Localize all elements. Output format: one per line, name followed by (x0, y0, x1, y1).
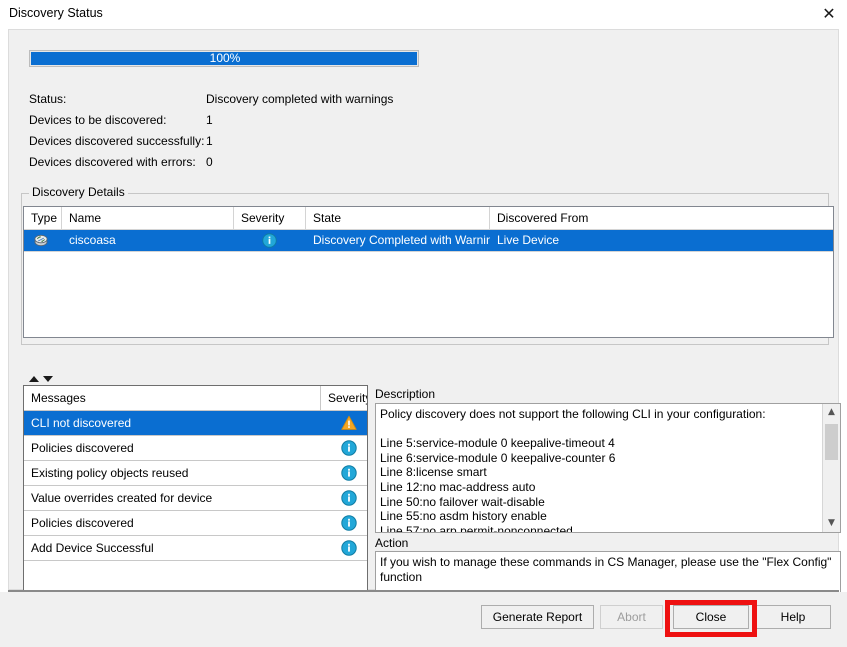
close-button[interactable]: Close (673, 605, 749, 629)
list-item[interactable]: Policies discovered (24, 511, 367, 536)
warning-icon (341, 415, 357, 430)
summary-value-discovered-with-errors: 0 (206, 155, 213, 169)
column-header-name[interactable]: Name (62, 207, 234, 229)
panel-splitter[interactable] (21, 374, 829, 384)
message-text: Value overrides created for device (31, 491, 213, 505)
help-button[interactable]: Help (755, 605, 831, 629)
cell-type (24, 230, 62, 251)
description-scrollbar[interactable]: ▲ ▼ (822, 404, 840, 532)
list-item[interactable]: Policies discovered (24, 436, 367, 461)
column-header-severity[interactable]: Severity (234, 207, 306, 229)
close-x-icon[interactable]: ✕ (818, 4, 840, 24)
summary-value-discovered-successfully: 1 (206, 134, 213, 148)
messages-header-row: Messages Severity (24, 386, 367, 411)
info-icon (341, 440, 357, 456)
list-item[interactable]: Value overrides created for device (24, 486, 367, 511)
abort-button: Abort (600, 605, 663, 629)
info-icon (341, 515, 357, 531)
column-header-type[interactable]: Type (24, 207, 62, 229)
summary-label-discovered-successfully: Devices discovered successfully: (29, 134, 205, 148)
column-header-state[interactable]: State (306, 207, 490, 229)
cell-severity (234, 230, 306, 251)
scrollbar-thumb[interactable] (825, 424, 838, 460)
message-text: CLI not discovered (31, 416, 132, 430)
messages-list[interactable]: Messages Severity CLI not discovered Pol… (23, 385, 368, 607)
list-item[interactable]: Add Device Successful (24, 536, 367, 561)
scroll-up-arrow-icon[interactable]: ▲ (823, 404, 840, 421)
cell-name: ciscoasa (69, 233, 116, 247)
info-icon (341, 465, 357, 481)
info-icon (341, 490, 357, 506)
cell-discovered-from: Live Device (497, 233, 560, 247)
window-titlebar: Discovery Status ✕ (0, 0, 847, 29)
summary-label-status: Status: (29, 92, 67, 106)
summary-label-to-be-discovered: Devices to be discovered: (29, 113, 167, 127)
splitter-down-arrow-icon[interactable] (43, 376, 53, 382)
action-text: If you wish to manage these commands in … (380, 555, 832, 584)
message-text: Policies discovered (31, 441, 134, 455)
dialog-body: 100% Status: Discovery completed with wa… (8, 29, 841, 607)
scroll-down-arrow-icon[interactable]: ▼ (823, 515, 840, 532)
message-text: Add Device Successful (31, 541, 154, 555)
progress-bar: 100% (29, 50, 419, 67)
summary-label-discovered-with-errors: Devices discovered with errors: (29, 155, 196, 169)
info-icon (341, 540, 357, 556)
action-label: Action (375, 536, 409, 550)
info-icon (262, 233, 277, 248)
column-header-messages[interactable]: Messages (24, 386, 320, 410)
list-item[interactable]: CLI not discovered (24, 411, 367, 436)
message-text: Policies discovered (31, 516, 134, 530)
splitter-up-arrow-icon[interactable] (29, 376, 39, 382)
device-firewall-icon (34, 234, 48, 247)
column-header-message-severity[interactable]: Severity (321, 386, 367, 410)
progress-bar-label: 100% (209, 51, 241, 65)
cell-state: Discovery Completed with Warnings (313, 233, 490, 247)
description-label: Description (375, 387, 436, 401)
table-row[interactable]: ciscoasa Discovery Completed with Warnin… (24, 230, 833, 251)
discovery-details-table[interactable]: Type Name Severity State Discovered From… (23, 206, 834, 338)
summary-value-status: Discovery completed with warnings (206, 92, 394, 106)
summary-value-to-be-discovered: 1 (206, 113, 213, 127)
message-text: Existing policy objects reused (31, 466, 189, 480)
table-empty-area (24, 251, 833, 337)
window-title: Discovery Status (9, 6, 103, 20)
description-text: Policy discovery does not support the fo… (380, 407, 766, 533)
list-item[interactable]: Existing policy objects reused (24, 461, 367, 486)
discovery-details-legend: Discovery Details (29, 185, 128, 199)
generate-report-button[interactable]: Generate Report (481, 605, 594, 629)
discovery-details-header-row: Type Name Severity State Discovered From (24, 207, 833, 230)
description-box: Policy discovery does not support the fo… (375, 403, 841, 533)
dialog-footer: Generate Report Abort Close Help (0, 592, 847, 647)
column-header-discovered-from[interactable]: Discovered From (490, 207, 833, 229)
